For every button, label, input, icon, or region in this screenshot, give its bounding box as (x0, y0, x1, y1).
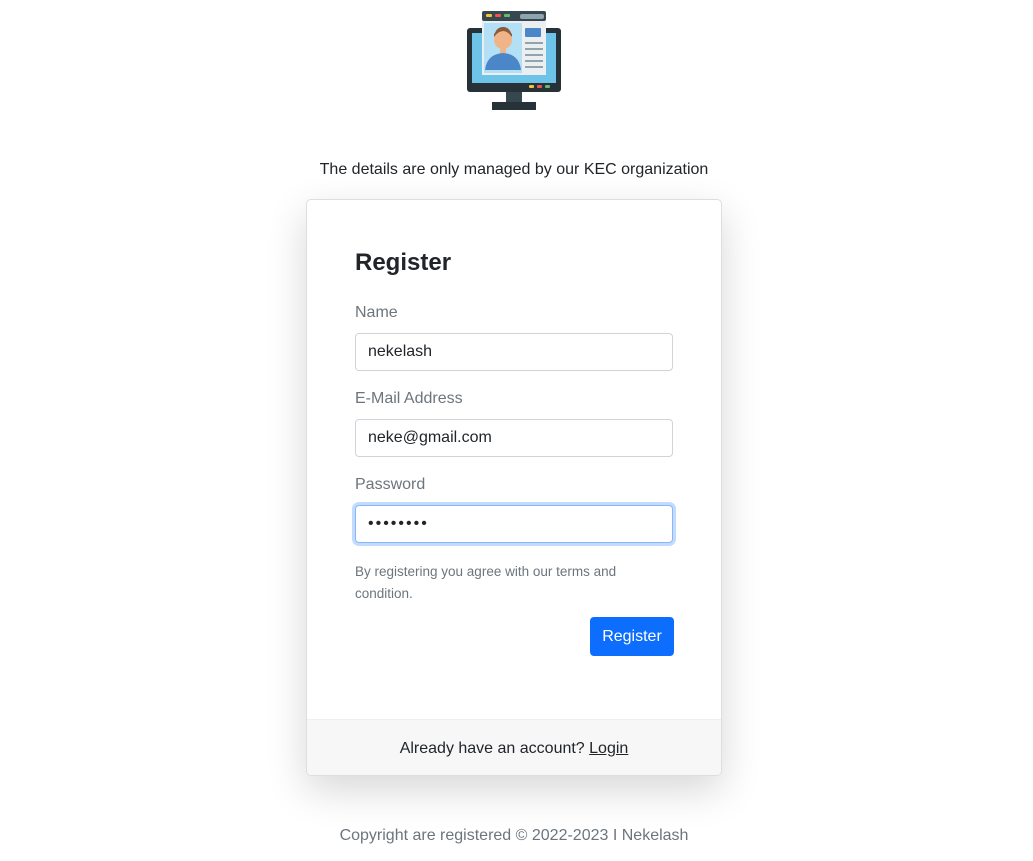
name-input[interactable] (355, 333, 673, 371)
password-label: Password (355, 476, 426, 493)
card-footer: Already have an account? Login (307, 719, 721, 775)
login-prompt: Already have an account? (399, 740, 585, 757)
password-input[interactable] (355, 505, 673, 543)
email-label: E-Mail Address (355, 390, 463, 407)
register-card: Register Name E-Mail Address Password By… (306, 199, 722, 776)
login-link[interactable]: Login (589, 740, 628, 757)
register-title: Register (355, 249, 452, 276)
register-page: The details are only managed by our KEC … (0, 0, 1033, 861)
email-input[interactable] (355, 419, 673, 457)
organization-tagline: The details are only managed by our KEC … (319, 161, 709, 178)
terms-hint: By registering you agree with our terms … (355, 564, 617, 601)
register-card-body: Register Name E-Mail Address Password By… (307, 200, 721, 719)
register-button[interactable]: Register (590, 617, 674, 656)
user-profile-monitor-icon (466, 10, 562, 112)
copyright-text: Copyright are registered © 2022-2023 I N… (339, 827, 689, 844)
name-label: Name (355, 304, 398, 321)
